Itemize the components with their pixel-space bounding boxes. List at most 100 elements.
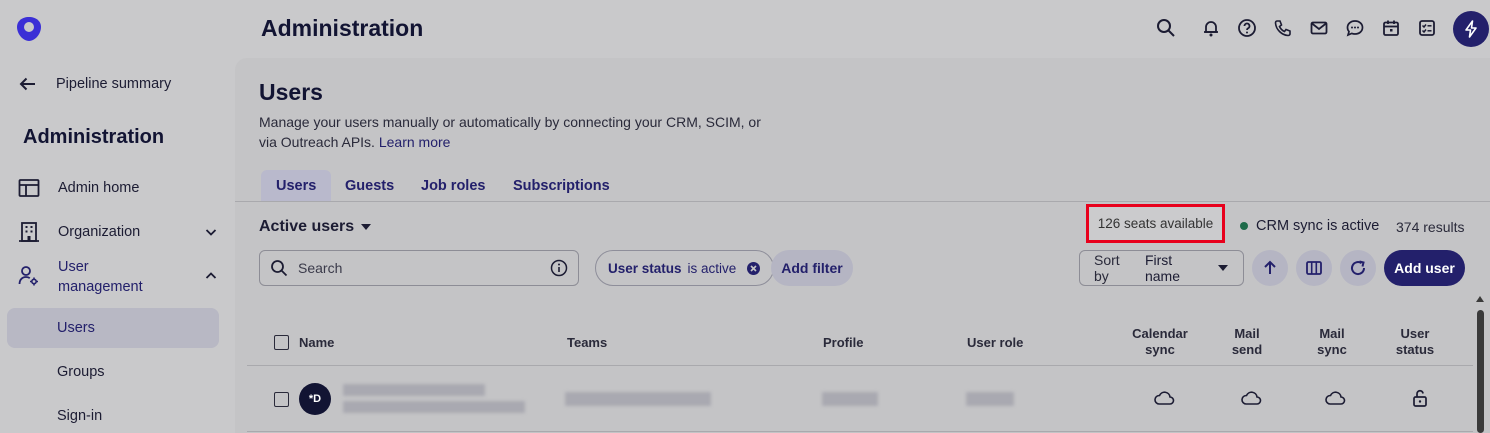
back-link[interactable]: Pipeline summary (18, 74, 171, 94)
refresh-button[interactable] (1340, 250, 1376, 286)
filter-chip-value: is active (687, 260, 737, 276)
columns-button[interactable] (1296, 250, 1332, 286)
columns-icon (1305, 259, 1323, 277)
search-icon (270, 259, 288, 277)
sort-direction-button[interactable] (1252, 250, 1288, 286)
scrollbar-thumb[interactable] (1477, 310, 1484, 433)
sidebar-item-users[interactable]: Users (7, 308, 219, 348)
redacted-teams (565, 392, 711, 406)
column-header-mail-send[interactable]: Mail send (1222, 326, 1272, 358)
avatar: *D (299, 383, 331, 415)
sidebar-heading: Administration (23, 126, 165, 148)
sort-dropdown[interactable]: Sort by First name (1079, 250, 1244, 286)
sidebar-item-admin-home[interactable]: Admin home (18, 178, 139, 198)
user-gear-icon (18, 265, 40, 287)
chevron-up-icon (204, 269, 218, 283)
header-line: status (1395, 342, 1435, 357)
search-icon[interactable] (1156, 18, 1176, 38)
sort-prefix: Sort by (1094, 252, 1120, 284)
tab-users[interactable]: Users (261, 170, 332, 202)
tab-divider (235, 201, 1490, 202)
crm-sync-status: CRM sync is active (1240, 218, 1379, 234)
bolt-icon[interactable] (1453, 11, 1489, 47)
view-selector-label: Active users (259, 218, 355, 235)
column-header-name[interactable]: Name (299, 335, 334, 350)
redacted-profile (822, 392, 878, 406)
redacted-user-role (966, 392, 1014, 406)
page-description: Manage your users manually or automatica… (259, 112, 779, 152)
tasks-icon[interactable] (1417, 18, 1437, 38)
phone-icon[interactable] (1273, 18, 1293, 38)
caret-down-icon (1217, 263, 1229, 273)
column-header-user-status[interactable]: User status (1390, 326, 1440, 358)
info-icon[interactable] (550, 259, 568, 277)
chevron-down-icon (204, 225, 218, 239)
row-divider (247, 431, 1473, 432)
header-line: Mail (1234, 326, 1260, 341)
search-input[interactable]: Search (259, 250, 579, 286)
cloud-icon (1153, 389, 1175, 407)
redacted-email (343, 401, 525, 413)
sidebar-item-label: Users (57, 320, 95, 336)
mail-icon[interactable] (1309, 18, 1329, 38)
column-header-mail-sync[interactable]: Mail sync (1307, 326, 1357, 358)
help-icon[interactable] (1237, 18, 1257, 38)
building-icon (18, 221, 40, 243)
search-placeholder: Search (298, 260, 343, 276)
filter-chip-user-status[interactable]: User status is active (595, 250, 775, 286)
select-all-checkbox[interactable] (274, 335, 289, 350)
header-line: send (1231, 342, 1263, 357)
sidebar-item-organization[interactable]: Organization (18, 221, 218, 243)
app-title: Administration (261, 15, 424, 41)
sort-value: First name (1144, 252, 1180, 284)
scroll-up-arrow[interactable] (1476, 296, 1484, 302)
results-count: 374 results (1396, 219, 1465, 235)
chat-icon[interactable] (1345, 18, 1365, 38)
tab-job-roles[interactable]: Job roles (406, 170, 500, 202)
view-selector[interactable]: Active users (259, 218, 372, 236)
close-circle-icon[interactable] (746, 261, 761, 276)
refresh-icon (1349, 259, 1367, 277)
sidebar-item-sign-in[interactable]: Sign-in (57, 408, 102, 424)
column-header-user-role[interactable]: User role (967, 335, 1023, 350)
sidebar-item-groups[interactable]: Groups (57, 364, 105, 380)
calendar-icon[interactable] (1381, 18, 1401, 38)
column-header-calendar-sync[interactable]: Calendar sync (1125, 326, 1195, 358)
table-icon (18, 178, 40, 198)
description-line-1: Manage your users manually or automatica… (259, 114, 761, 130)
seats-available: 126 seats available (1086, 204, 1225, 243)
crm-sync-label: CRM sync is active (1256, 218, 1380, 234)
header-line: sync (1317, 342, 1347, 357)
status-dot (1240, 222, 1248, 230)
header-line: Mail (1319, 326, 1345, 341)
bell-icon[interactable] (1201, 18, 1221, 38)
tab-guests[interactable]: Guests (330, 170, 409, 202)
description-line-2: via Outreach APIs. (259, 134, 375, 150)
outreach-logo-icon[interactable] (14, 14, 44, 44)
add-filter-button[interactable]: Add filter (771, 250, 853, 286)
filter-chip-field: User status (608, 260, 682, 276)
tab-subscriptions[interactable]: Subscriptions (498, 170, 625, 202)
sidebar-item-label: User management (58, 259, 143, 295)
users-table: Name Teams Profile User role Calendar sy… (247, 317, 1473, 433)
arrow-up-icon (1261, 259, 1279, 277)
caret-down-icon (360, 222, 372, 232)
sidebar-item-label: Admin home (58, 180, 140, 196)
column-header-profile[interactable]: Profile (823, 335, 863, 350)
column-header-teams[interactable]: Teams (567, 335, 607, 350)
add-user-button[interactable]: Add user (1384, 250, 1465, 286)
header-line: User (1400, 326, 1430, 341)
learn-more-link[interactable]: Learn more (379, 134, 451, 150)
arrow-left-icon (18, 74, 38, 94)
page-title: Users (259, 79, 323, 105)
header-divider (247, 365, 1473, 366)
sidebar-item-label: Organization (58, 224, 141, 240)
back-link-label: Pipeline summary (56, 76, 172, 92)
header-line: sync (1145, 342, 1175, 357)
redacted-name (343, 384, 485, 396)
header-line: Calendar (1132, 326, 1188, 341)
sidebar-item-user-management[interactable]: User management (18, 257, 218, 297)
row-checkbox[interactable] (274, 392, 289, 407)
cloud-icon (1324, 389, 1346, 407)
unlock-icon (1411, 388, 1429, 408)
